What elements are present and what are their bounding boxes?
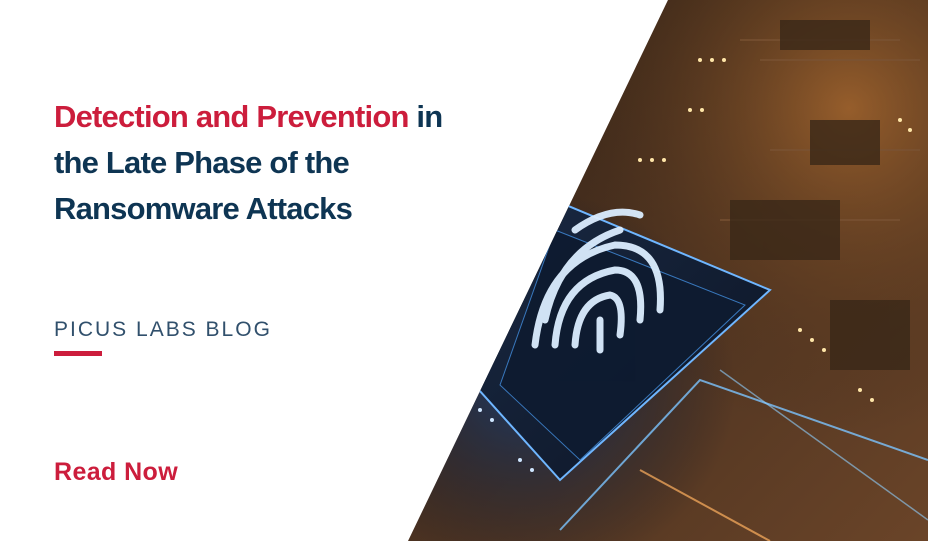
headline: Detection and Prevention in the Late Phas…: [54, 94, 514, 232]
headline-connector: in: [416, 99, 443, 134]
headline-line-3: Ransomware Attacks: [54, 191, 353, 226]
blog-label: PICUS LABS BLOG: [54, 318, 272, 341]
headline-accent: Detection and Prevention: [54, 99, 409, 134]
label-underline: [54, 351, 102, 356]
read-now-link[interactable]: Read Now: [54, 458, 178, 487]
text-panel: Detection and Prevention in the Late Phas…: [54, 0, 524, 541]
headline-line-2: the Late Phase of the: [54, 145, 350, 180]
